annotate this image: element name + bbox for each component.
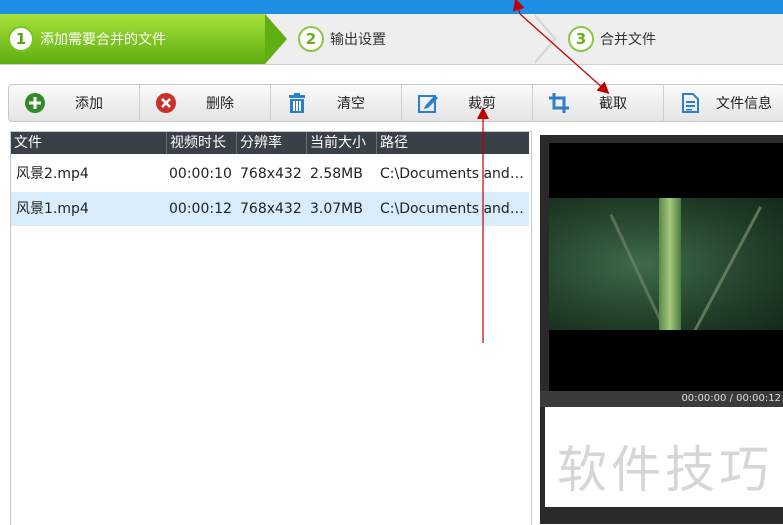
annotation-arrow-to-trim bbox=[519, 13, 610, 94]
annotation-arrow-to-top bbox=[512, 0, 525, 15]
annotation-arrows bbox=[477, 0, 610, 343]
